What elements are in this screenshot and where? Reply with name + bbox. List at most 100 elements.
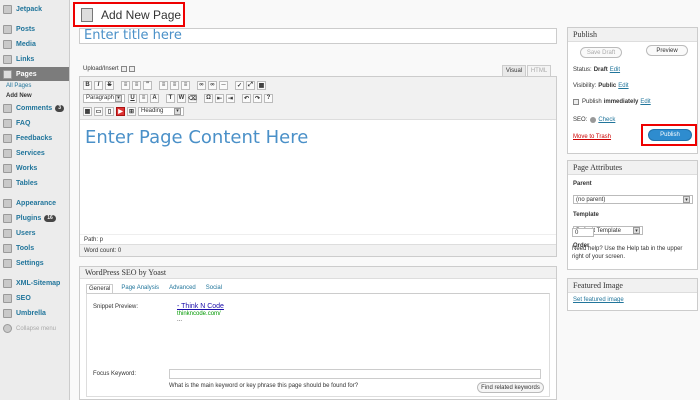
feedbacks-icon bbox=[3, 134, 12, 143]
sidebar-item-media[interactable]: Media bbox=[0, 37, 69, 52]
format-select[interactable]: Paragraph ▾ bbox=[83, 93, 125, 103]
clear-format-icon[interactable]: ⌫ bbox=[188, 93, 197, 103]
spellcheck-icon[interactable]: ✓ bbox=[235, 80, 244, 90]
paste-text-icon[interactable]: T bbox=[166, 93, 175, 103]
tab-html[interactable]: HTML bbox=[527, 65, 551, 76]
table-icon[interactable]: ▦ bbox=[83, 106, 92, 116]
align-left-icon[interactable]: ≡ bbox=[159, 80, 168, 90]
page-heading: Add New Page bbox=[73, 2, 185, 27]
bold-icon[interactable]: B bbox=[83, 80, 92, 90]
sidebar-item-works[interactable]: Works bbox=[0, 161, 69, 176]
post-title-input[interactable]: Enter title here bbox=[79, 28, 557, 44]
sidebar-item-users[interactable]: Users bbox=[0, 226, 69, 241]
undo-icon[interactable]: ↶ bbox=[242, 93, 251, 103]
upload-insert-label: Upload/Insert bbox=[83, 66, 119, 72]
seo-metabox: WordPress SEO by Yoast General Page Anal… bbox=[79, 266, 557, 400]
special-char-icon[interactable]: Ω bbox=[204, 93, 213, 103]
fullscreen-icon[interactable]: ⤢ bbox=[246, 80, 255, 90]
sidebar-item-jetpack[interactable]: Jetpack bbox=[0, 2, 69, 17]
tab-general[interactable]: General bbox=[86, 284, 114, 293]
sidebar-subitem-all-pages[interactable]: All Pages bbox=[0, 81, 69, 91]
sidebar-item-appearance[interactable]: Appearance bbox=[0, 196, 69, 211]
sidebar-item-feedbacks[interactable]: Feedbacks bbox=[0, 131, 69, 146]
help-icon[interactable]: ? bbox=[264, 93, 273, 103]
posts-icon bbox=[3, 25, 12, 34]
snippet-description: ... bbox=[177, 317, 183, 323]
sidebar-item-plugins[interactable]: Plugins 16 bbox=[0, 211, 69, 226]
plugins-icon bbox=[3, 214, 12, 223]
insert-row-icon[interactable]: ▭ bbox=[94, 106, 103, 116]
sidebar-item-seo[interactable]: SEO bbox=[0, 291, 69, 306]
strikethrough-icon[interactable]: S bbox=[105, 80, 114, 90]
status-edit-link[interactable]: Edit bbox=[610, 67, 620, 73]
tab-social[interactable]: Social bbox=[204, 284, 224, 293]
publish-button[interactable]: Publish bbox=[648, 129, 692, 141]
paste-word-icon[interactable]: W bbox=[177, 93, 186, 103]
sidebar-item-comments[interactable]: Comments 3 bbox=[0, 101, 69, 116]
order-input[interactable]: 0 bbox=[572, 228, 594, 237]
outdent-icon[interactable]: ⇤ bbox=[215, 93, 224, 103]
move-to-trash-link[interactable]: Move to Trash bbox=[573, 134, 611, 140]
find-related-keywords-button[interactable]: Find related keywords bbox=[477, 382, 544, 393]
sidebar-item-services[interactable]: Services bbox=[0, 146, 69, 161]
sidebar-item-settings[interactable]: Settings bbox=[0, 256, 69, 271]
italic-icon[interactable]: I bbox=[94, 80, 103, 90]
visibility-edit-link[interactable]: Edit bbox=[618, 83, 628, 89]
embed-icon[interactable]: ⊞ bbox=[127, 106, 136, 116]
sidebar-item-links[interactable]: Links bbox=[0, 52, 69, 67]
numbered-list-icon[interactable]: ≡ bbox=[132, 80, 141, 90]
preview-button[interactable]: Preview bbox=[646, 45, 688, 56]
seo-icon bbox=[3, 294, 12, 303]
page-attributes-help: Need help? Use the Help tab in the upper… bbox=[572, 246, 683, 260]
align-right-icon[interactable]: ≡ bbox=[181, 80, 190, 90]
youtube-icon[interactable]: ▶ bbox=[116, 106, 125, 116]
sidebar-item-posts[interactable]: Posts bbox=[0, 22, 69, 37]
plugins-count-badge: 16 bbox=[44, 215, 56, 222]
editor-content[interactable]: Enter Page Content Here bbox=[80, 120, 556, 148]
appearance-icon bbox=[3, 199, 12, 208]
save-draft-button[interactable]: Save Draft bbox=[580, 47, 622, 58]
redo-icon[interactable]: ↷ bbox=[253, 93, 262, 103]
add-media-icon[interactable] bbox=[120, 66, 127, 72]
sidebar-subitem-add-new[interactable]: Add New bbox=[0, 91, 69, 101]
link-icon[interactable]: ∞ bbox=[197, 80, 206, 90]
pages-icon bbox=[3, 69, 12, 79]
collapse-menu-button[interactable]: Collapse menu bbox=[0, 321, 69, 336]
tab-advanced[interactable]: Advanced bbox=[167, 284, 198, 293]
sitemap-icon bbox=[3, 279, 12, 288]
bullet-list-icon[interactable]: ≡ bbox=[121, 80, 130, 90]
align-center-icon[interactable]: ≡ bbox=[170, 80, 179, 90]
blockquote-icon[interactable]: " bbox=[143, 80, 152, 90]
sidebar-item-tables[interactable]: Tables bbox=[0, 176, 69, 191]
tables-icon bbox=[3, 179, 12, 188]
focus-keyword-input[interactable] bbox=[169, 369, 541, 379]
seo-check-link[interactable]: Check bbox=[598, 117, 615, 123]
unlink-icon[interactable]: ∞ bbox=[208, 80, 217, 90]
seo-tabs: General Page Analysis Advanced Social bbox=[86, 284, 230, 293]
text-color-icon[interactable]: A bbox=[150, 93, 159, 103]
sidebar-item-xml-sitemap[interactable]: XML-Sitemap bbox=[0, 276, 69, 291]
admin-sidebar: Jetpack Posts Media Links Pages All Page… bbox=[0, 0, 70, 400]
underline-icon[interactable]: U bbox=[128, 93, 137, 103]
sidebar-item-faq[interactable]: FAQ bbox=[0, 116, 69, 131]
sidebar-item-pages[interactable]: Pages bbox=[0, 67, 69, 81]
kitchen-sink-icon[interactable]: ▦ bbox=[257, 80, 266, 90]
add-image-icon[interactable] bbox=[128, 66, 135, 72]
visibility-row: Visibility: Public Edit bbox=[573, 83, 629, 89]
tools-icon bbox=[3, 244, 12, 253]
tab-page-analysis[interactable]: Page Analysis bbox=[119, 284, 161, 293]
page-icon bbox=[81, 7, 93, 22]
chevron-down-icon: ▾ bbox=[115, 94, 122, 102]
sidebar-item-tools[interactable]: Tools bbox=[0, 241, 69, 256]
set-featured-image-link[interactable]: Set featured image bbox=[573, 297, 624, 303]
more-tag-icon[interactable]: ─ bbox=[219, 80, 228, 90]
links-icon bbox=[3, 55, 12, 64]
heading-select[interactable]: Heading ▾ bbox=[138, 106, 184, 116]
sidebar-item-umbrella[interactable]: Umbrella bbox=[0, 306, 69, 321]
tab-visual[interactable]: Visual bbox=[502, 65, 526, 76]
indent-icon[interactable]: ⇥ bbox=[226, 93, 235, 103]
snippet-title[interactable]: - Think N Code bbox=[177, 303, 224, 310]
schedule-edit-link[interactable]: Edit bbox=[640, 99, 650, 105]
insert-column-icon[interactable]: ▯ bbox=[105, 106, 114, 116]
justify-icon[interactable]: ≡ bbox=[139, 93, 148, 103]
